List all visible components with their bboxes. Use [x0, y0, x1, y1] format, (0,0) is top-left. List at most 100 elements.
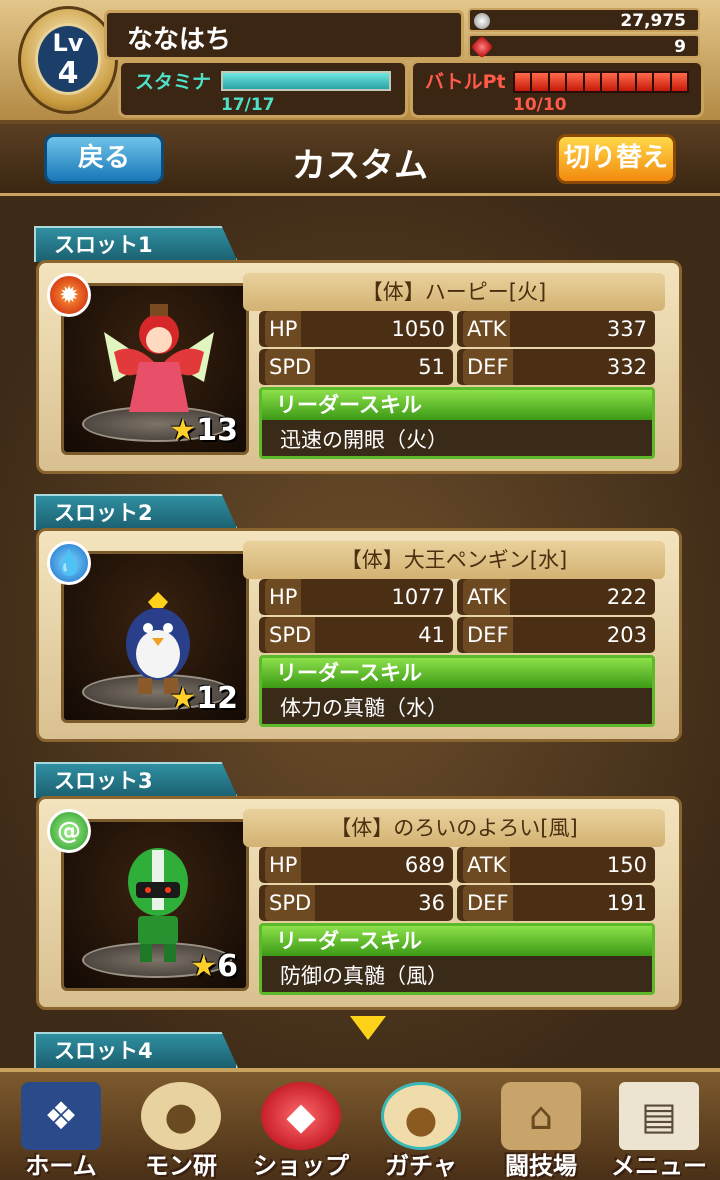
stat-def: DEF 332 [457, 349, 655, 385]
nav-monken-label: モン研 [145, 1152, 217, 1180]
switch-button[interactable]: 切り替え [556, 134, 676, 184]
stamina-bar [221, 71, 391, 91]
title-bar: カスタム 戻る 切り替え [0, 124, 720, 196]
nav-shop-label: ショップ [253, 1152, 349, 1180]
slot-tab-1: スロット1 [34, 226, 238, 262]
stat-spd-value: 36 [418, 891, 445, 915]
scroll-down-arrow-icon[interactable] [350, 1016, 386, 1040]
id-card-icon: ▤ [619, 1082, 699, 1150]
gem-value: 9 [674, 37, 686, 57]
gacha-creature-icon: ● [381, 1082, 461, 1150]
battle-pt-segment [636, 73, 653, 91]
star-icon: ★ [169, 681, 197, 716]
slot-card-1[interactable]: ★13 ✹ 【体】ハーピー[火] HP 1050 ATK 337 SPD 51 DEF… [36, 260, 682, 474]
stat-def-value: 332 [606, 355, 647, 379]
stat-hp-label: HP [265, 847, 302, 883]
monster-portrait[interactable]: ★12 [61, 551, 249, 723]
leader-skill-title: リーダースキル [262, 658, 652, 688]
battle-pt-value: 10/10 [513, 95, 567, 115]
slot-card-2[interactable]: ★12 💧 【体】大王ペンギン[水] HP 1077 ATK 222 SPD 41 D… [36, 528, 682, 742]
name-plate: ななはち [104, 10, 464, 60]
battle-pt-segment [654, 73, 670, 91]
coin-counter: 27,975 [468, 8, 700, 32]
stat-spd-value: 51 [418, 355, 445, 379]
stamina-value: 17/17 [221, 95, 275, 115]
leader-skill-box: リーダースキル 防御の真髄（風） [259, 923, 655, 995]
leader-skill-box: リーダースキル 体力の真髄（水） [259, 655, 655, 727]
stat-hp-value: 1077 [391, 585, 445, 609]
star-rank: ★13 [169, 413, 238, 448]
star-icon: ★ [190, 949, 218, 984]
creature-icon: ● [141, 1082, 221, 1150]
battle-pt-segment [602, 73, 618, 91]
monster-name: 【体】大王ペンギン[水] [243, 541, 665, 579]
star-count: 6 [217, 949, 238, 984]
stat-spd-label: SPD [265, 617, 316, 653]
star-icon: ★ [169, 413, 197, 448]
stat-spd-label: SPD [265, 349, 316, 385]
battle-pt-bar [513, 71, 689, 93]
leader-skill-name: 迅速の開眼（火） [280, 428, 448, 452]
stat-atk-label: ATK [463, 579, 511, 615]
stat-hp-value: 1050 [391, 317, 445, 341]
slot-list[interactable]: スロット1 ★13 ✹ 【体】ハーピー[火] HP 1050 ATK 337 SPD… [0, 196, 720, 1068]
battle-pt-segment [584, 73, 601, 91]
leader-skill-title: リーダースキル [262, 926, 652, 956]
level-badge: Lv 4 [18, 6, 118, 114]
star-count: 12 [196, 681, 238, 716]
battle-pt-panel: バトルPt 10/10 [410, 60, 704, 118]
slot-tab-4: スロット4 [34, 1032, 238, 1068]
stat-def-value: 191 [606, 891, 647, 915]
stat-def: DEF 203 [457, 617, 655, 653]
coin-value: 27,975 [620, 11, 686, 31]
leader-skill-name: 体力の真髄（水） [280, 696, 448, 720]
nav-monken[interactable]: ● モン研 [122, 1078, 240, 1180]
nav-home[interactable]: ❖ ホーム [2, 1078, 120, 1180]
water-drop-icon: 💧 [47, 541, 91, 585]
stat-atk-label: ATK [463, 311, 511, 347]
stat-spd-value: 41 [418, 623, 445, 647]
nav-gacha[interactable]: ● ガチャ [362, 1078, 480, 1180]
stat-hp-label: HP [265, 579, 302, 615]
monster-name: 【体】のろいのよろい[風] [243, 809, 665, 847]
stat-hp: HP 1077 [259, 579, 453, 615]
back-button[interactable]: 戻る [44, 134, 164, 184]
stat-def: DEF 191 [457, 885, 655, 921]
red-gem-icon: ◆ [261, 1082, 341, 1150]
bottom-nav: ❖ ホーム ● モン研 ◆ ショップ ● ガチャ ⌂ 闘技場 ▤ メニュー [0, 1068, 720, 1180]
leader-skill-title: リーダースキル [262, 390, 652, 420]
battle-pt-label: バトルPt [425, 71, 506, 93]
nav-arena-label: 闘技場 [505, 1152, 577, 1180]
level-circle: Lv 4 [35, 23, 101, 95]
stat-atk-value: 337 [606, 317, 647, 341]
stat-spd: SPD 41 [259, 617, 453, 653]
stat-atk: ATK 337 [457, 311, 655, 347]
slot-tab-3: スロット3 [34, 762, 238, 798]
nav-shop[interactable]: ◆ ショップ [242, 1078, 360, 1180]
stat-def-label: DEF [463, 885, 513, 921]
harpy-monster-image [104, 304, 214, 412]
wind-swirl-icon: @ [47, 809, 91, 853]
stat-def-label: DEF [463, 617, 513, 653]
battle-pt-segment [619, 73, 635, 91]
stat-atk-value: 150 [606, 853, 647, 877]
nav-arena[interactable]: ⌂ 闘技場 [482, 1078, 600, 1180]
star-count: 13 [196, 413, 238, 448]
battle-pt-segment [515, 73, 531, 91]
monster-name: 【体】ハーピー[火] [243, 273, 665, 311]
slot-card-3[interactable]: ★6 @ 【体】のろいのよろい[風] HP 689 ATK 150 SPD 36 DE… [36, 796, 682, 1010]
player-name: ななはち [127, 25, 232, 55]
monster-portrait[interactable]: ★13 [61, 283, 249, 455]
stat-hp: HP 689 [259, 847, 453, 883]
leader-skill-box: リーダースキル 迅速の開眼（火） [259, 387, 655, 459]
book-icon: ❖ [21, 1082, 101, 1150]
stat-atk: ATK 222 [457, 579, 655, 615]
monster-portrait[interactable]: ★6 [61, 819, 249, 991]
stat-spd: SPD 51 [259, 349, 453, 385]
colosseum-icon: ⌂ [501, 1082, 581, 1150]
battle-pt-segment [549, 73, 566, 91]
stat-spd-label: SPD [265, 885, 316, 921]
star-rank: ★6 [190, 949, 238, 984]
nav-menu[interactable]: ▤ メニュー [600, 1078, 718, 1180]
leader-skill-name: 防御の真髄（風） [280, 964, 448, 988]
